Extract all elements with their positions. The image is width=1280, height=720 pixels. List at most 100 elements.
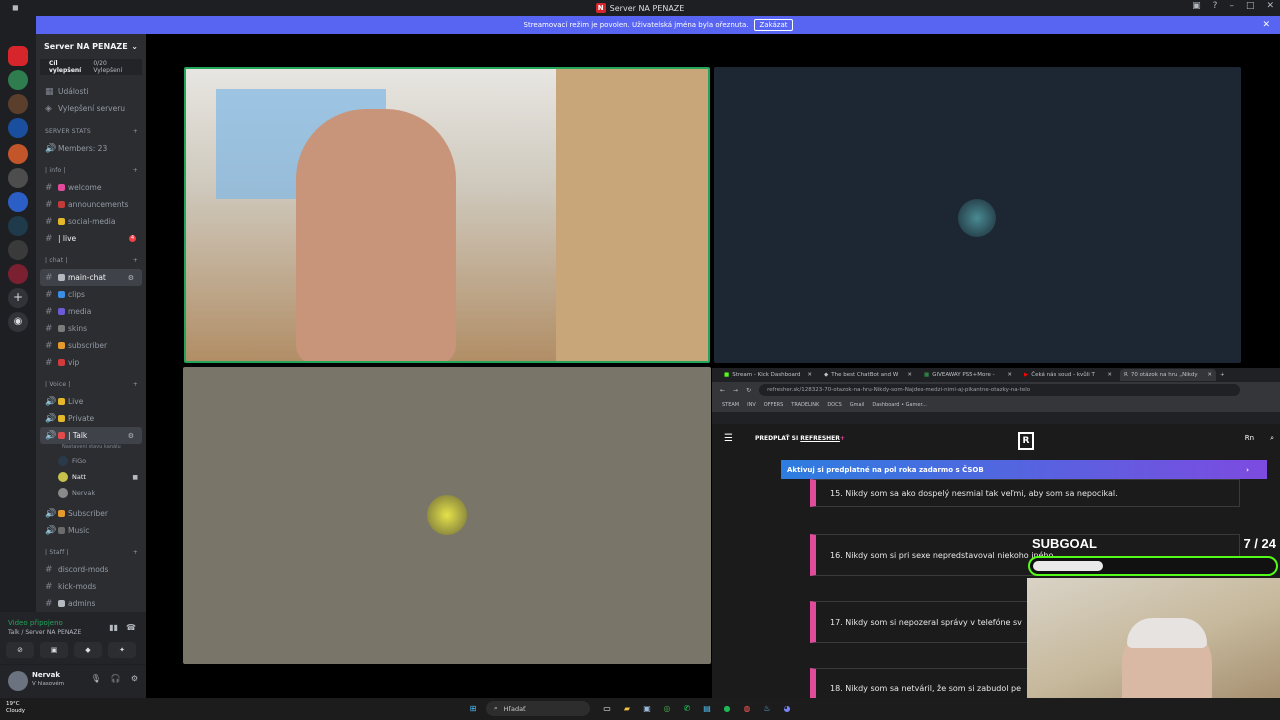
channel-subscriber[interactable]: # subscriber xyxy=(36,337,146,354)
browser-tab[interactable]: ■ Stream - Kick Dashboard ✕ xyxy=(720,369,816,381)
browser-tab[interactable]: ▶ Čeká nás soud - kvůli T ✕ xyxy=(1020,369,1116,381)
server-icon[interactable] xyxy=(8,94,28,114)
store-icon[interactable]: ▣ xyxy=(640,702,654,716)
channel-live[interactable]: # | live 4 xyxy=(36,230,146,247)
avatar[interactable] xyxy=(8,671,28,691)
voice-channel-talk[interactable]: 🔊 | Talk ⚙ xyxy=(40,427,142,444)
bookmark[interactable]: TRADELINK xyxy=(791,402,819,408)
channel-clips[interactable]: # clips xyxy=(36,286,146,303)
category-voice[interactable]: | Voice | + xyxy=(36,376,146,393)
browser-tab[interactable]: ▦ GIVEAWAY PS5+More - ✕ xyxy=(920,369,1016,381)
nav-server-boost[interactable]: ◈ Vylepšení serveru xyxy=(36,100,146,117)
voice-channel-subscriber[interactable]: 🔊 Subscriber xyxy=(36,505,146,522)
bookmark[interactable]: STEAM xyxy=(722,402,739,408)
video-tile-avatar[interactable] xyxy=(183,367,711,664)
server-icon[interactable] xyxy=(8,118,28,138)
signal-icon[interactable]: ▮▮ xyxy=(109,623,118,632)
voice-member[interactable]: FiGo xyxy=(36,453,146,469)
browser-tab[interactable]: ◆ The best ChatBot and W ✕ xyxy=(820,369,916,381)
settings-icon[interactable]: ⚙ xyxy=(128,432,134,440)
headphones-icon[interactable]: 🎧 xyxy=(111,674,121,683)
server-icon[interactable] xyxy=(8,144,28,164)
voice-connected-channel[interactable]: Talk / Server NA PENAZE xyxy=(8,629,81,636)
channel-admins[interactable]: # admins xyxy=(36,595,146,612)
bookmark[interactable]: INV xyxy=(747,402,756,408)
bookmark[interactable]: Dashboard • Gamer... xyxy=(872,402,927,408)
server-icon[interactable] xyxy=(8,168,28,188)
voice-member[interactable]: Natt ■ xyxy=(36,469,146,485)
screen-share-button[interactable]: ▣ xyxy=(40,642,68,658)
profile-link[interactable]: Rn xyxy=(1245,434,1254,443)
channel-discord-mods[interactable]: # discord-mods xyxy=(36,561,146,578)
start-icon[interactable]: ⊞ xyxy=(466,702,480,716)
server-header[interactable]: Server NA PENAZE ⌄ xyxy=(36,34,146,59)
refresher-logo[interactable]: R xyxy=(1018,432,1034,450)
weather-widget[interactable]: 19°C Cloudy xyxy=(6,701,25,715)
forward-icon[interactable]: → xyxy=(733,387,738,394)
microphone-icon[interactable]: 🎙 xyxy=(91,674,101,683)
settings-icon[interactable]: ⚙ xyxy=(128,274,134,282)
server-icon[interactable] xyxy=(8,216,28,236)
spotify-icon[interactable]: ● xyxy=(720,702,734,716)
taskbar-search[interactable]: ⌕ Hľadať xyxy=(486,701,590,716)
category-staff[interactable]: | Staff | + xyxy=(36,544,146,561)
category-chat[interactable]: | chat | + xyxy=(36,252,146,269)
boost-progress[interactable]: Cíl vylepšení 0/20 Vylepšení xyxy=(40,59,142,75)
chrome-icon[interactable]: ◎ xyxy=(660,702,674,716)
channel-vip[interactable]: # vip xyxy=(36,354,146,371)
help-icon[interactable]: ? xyxy=(1213,1,1218,11)
reload-icon[interactable]: ↻ xyxy=(746,387,751,394)
whatsapp-icon[interactable]: ✆ xyxy=(680,702,694,716)
browser-tab-active[interactable]: R 70 otázok na hru „Nikdy ✕ xyxy=(1120,369,1216,381)
close-icon[interactable]: ✕ xyxy=(1266,1,1274,11)
steam-icon[interactable]: ♨ xyxy=(760,702,774,716)
discord-icon[interactable]: ◕ xyxy=(780,702,794,716)
search-icon[interactable]: ⌕ xyxy=(1270,434,1274,443)
app-icon[interactable]: ◍ xyxy=(740,702,754,716)
voice-member[interactable]: Nervak xyxy=(36,485,146,501)
new-tab-icon[interactable]: + xyxy=(1220,372,1225,378)
channel-announcements[interactable]: # announcements xyxy=(36,196,146,213)
back-icon[interactable]: ← xyxy=(720,387,725,394)
channel-members[interactable]: 🔊 Members: 23 xyxy=(36,140,146,157)
gear-icon[interactable]: ⚙ xyxy=(131,674,138,683)
server-icon[interactable] xyxy=(8,70,28,90)
url-field[interactable]: refresher.sk/128323-70-otazok-na-hru-Nik… xyxy=(759,384,1240,396)
bookmark[interactable]: DOCS xyxy=(827,402,841,408)
hamburger-icon[interactable]: ☰ xyxy=(724,433,733,444)
server-icon[interactable] xyxy=(8,240,28,260)
server-icon[interactable] xyxy=(8,264,28,284)
minimize-icon[interactable]: – xyxy=(1229,1,1234,11)
maximize-icon[interactable]: □ xyxy=(1246,1,1255,11)
disconnect-icon[interactable]: ☎ xyxy=(126,623,136,632)
channel-skins[interactable]: # skins xyxy=(36,320,146,337)
soundboard-button[interactable]: ✦ xyxy=(108,642,136,658)
channel-kick-mods[interactable]: # kick-mods xyxy=(36,578,146,595)
server-icon[interactable] xyxy=(8,192,28,212)
activity-button[interactable]: ◆ xyxy=(74,642,102,658)
promo-banner[interactable]: Aktivuj si predplatné na pol roka zadarm… xyxy=(781,460,1267,479)
category-server-stats[interactable]: SERVER STATS + xyxy=(36,123,146,140)
subscribe-link[interactable]: PREDPLAŤ SI REFRESHER+ xyxy=(755,435,845,442)
bookmark[interactable]: OFFERS xyxy=(764,402,784,408)
disable-streamer-mode-button[interactable]: Zakázat xyxy=(754,19,793,31)
bookmark[interactable]: Gmail xyxy=(850,402,865,408)
task-view-icon[interactable]: ▭ xyxy=(600,702,614,716)
voice-channel-live[interactable]: 🔊 Live xyxy=(36,393,146,410)
video-tile-avatar[interactable] xyxy=(714,67,1241,363)
server-icon-active[interactable] xyxy=(8,46,28,66)
video-tile-camera[interactable] xyxy=(184,67,710,363)
voice-channel-music[interactable]: 🔊 Music xyxy=(36,522,146,539)
notes-icon[interactable]: ▤ xyxy=(700,702,714,716)
category-info[interactable]: | info | + xyxy=(36,162,146,179)
channel-social-media[interactable]: # social-media xyxy=(36,213,146,230)
inbox-icon[interactable]: ▣ xyxy=(1192,1,1201,11)
add-server-icon[interactable]: + xyxy=(8,288,28,308)
nav-events[interactable]: ▦ Události xyxy=(36,83,146,100)
camera-off-button[interactable]: ⊘ xyxy=(6,642,34,658)
channel-welcome[interactable]: # welcome xyxy=(36,179,146,196)
explore-icon[interactable]: ◉ xyxy=(8,312,28,332)
close-banner-icon[interactable]: ✕ xyxy=(1262,20,1270,30)
channel-main-chat[interactable]: # main-chat ⚙ xyxy=(40,269,142,286)
voice-channel-private[interactable]: 🔊 Private xyxy=(36,410,146,427)
